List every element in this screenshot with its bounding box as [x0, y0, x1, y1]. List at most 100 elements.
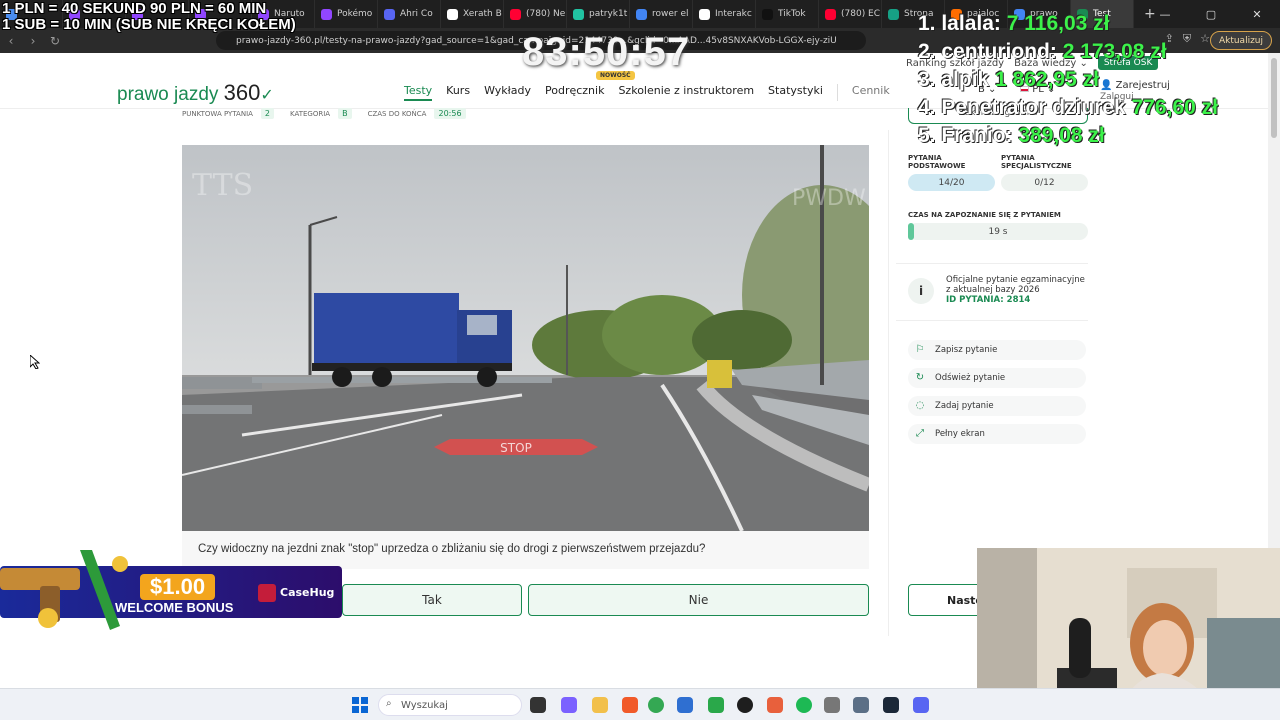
notepad-icon[interactable] — [853, 697, 869, 713]
taskview-icon[interactable] — [530, 697, 546, 713]
leaderboard-amount: 7 116,03 zł — [1006, 12, 1110, 35]
leaderboard-name: 5. Franio: — [918, 124, 1013, 147]
browser-tab[interactable]: Ahri Co — [378, 0, 441, 28]
save-question-button[interactable]: ⚐ Zapisz pytanie — [908, 340, 1086, 360]
tab-favicon-icon — [384, 8, 395, 20]
stream-rules-overlay: 1 PLN = 40 SEKUND 90 PLN = 60 MIN 1 SUB … — [2, 0, 296, 33]
browser-tab[interactable]: Pokémo — [315, 0, 378, 28]
update-button[interactable]: Aktualizuj — [1209, 31, 1272, 50]
leaderboard-name: 4. Penetrator dziurek — [918, 96, 1126, 119]
brave-active-icon[interactable] — [767, 697, 783, 713]
reading-time-label: CZAS NA ZAPOZNANIE SIĘ Z PYTANIEM — [908, 211, 1061, 219]
nav-cennik[interactable]: Cennik — [836, 84, 890, 101]
casehug-promo-banner[interactable]: $1.00 WELCOME BONUS CaseHug — [0, 546, 342, 634]
watermark-left: TTS — [192, 168, 253, 203]
tab-label: rower el — [652, 9, 689, 19]
ask-question-button[interactable]: ◌ Zadaj pytanie — [908, 396, 1086, 416]
nav-kurs[interactable]: Kurs — [446, 84, 470, 101]
exam-status: PUNKTOWA PYTANIA 2 KATEGORIA B CZAS DO K… — [182, 108, 466, 119]
tab-label: TikTok — [778, 9, 806, 19]
browser-tab[interactable]: rower el — [630, 0, 693, 28]
scrollbar-thumb[interactable] — [1271, 58, 1277, 138]
tab-favicon-icon — [888, 8, 899, 20]
brave-icon[interactable] — [622, 697, 638, 713]
reload-icon[interactable]: ↻ — [44, 34, 66, 48]
spotify-icon[interactable] — [796, 697, 812, 713]
time-value: 20:56 — [434, 108, 466, 119]
category-label: KATEGORIA — [290, 109, 331, 118]
browser-tab[interactable]: Interakc — [693, 0, 756, 28]
question-image: STOP TTS PWDW — [182, 145, 869, 531]
leaderboard-amount: 389,08 zł — [1018, 124, 1105, 147]
copilot-icon[interactable] — [561, 697, 577, 713]
tab-label: patryk1t — [589, 9, 628, 19]
mouse-cursor-icon — [30, 355, 40, 369]
tab-favicon-icon — [762, 8, 773, 20]
logo-number: 360 — [223, 80, 261, 105]
points-value: 2 — [260, 108, 275, 119]
casehug-logo-icon — [258, 584, 276, 602]
expand-icon: ⤢ — [916, 428, 924, 439]
nav-szkolenie[interactable]: Szkolenie z instruktorem — [618, 84, 754, 101]
bookmark-icon: ⚐ — [915, 344, 925, 355]
answer-no-button[interactable]: Nie — [528, 584, 869, 616]
tab-favicon-icon — [510, 8, 521, 20]
watermark-right: PWDW — [792, 186, 866, 211]
stop-marking: STOP — [500, 441, 532, 455]
tab-label: Ahri Co — [400, 9, 433, 19]
question-id: ID PYTANIA: 2814 — [946, 295, 1031, 305]
chrome-icon[interactable] — [648, 697, 664, 713]
tab-favicon-icon — [573, 8, 584, 20]
tab-favicon-icon — [447, 8, 458, 20]
store-icon[interactable] — [677, 697, 693, 713]
road-scene: STOP TTS PWDW — [182, 145, 869, 531]
tab-label: Pokémo — [337, 9, 373, 19]
nav-podrecznik[interactable]: Podręcznik — [545, 84, 604, 101]
browser-tab[interactable]: Xerath B — [441, 0, 504, 28]
answer-yes-button[interactable]: Tak — [342, 584, 522, 616]
browser-tab[interactable]: (780) Ne — [504, 0, 567, 28]
special-questions-counter: 0/12 — [1001, 174, 1088, 191]
windows-start-icon[interactable] — [352, 697, 368, 713]
browser-tab[interactable]: (780) EC — [819, 0, 882, 28]
tab-favicon-icon — [825, 8, 836, 20]
browser-tab[interactable]: patryk1t — [567, 0, 630, 28]
file-explorer-icon[interactable] — [592, 697, 608, 713]
stream-timer: 83:50:57 — [522, 30, 691, 74]
promo-brand: CaseHug — [258, 584, 334, 602]
taskbar-search[interactable]: ⌕ Wyszukaj — [378, 694, 522, 716]
close-icon[interactable]: ✕ — [1234, 0, 1280, 28]
nav-wyklady[interactable]: Wykłady — [484, 84, 531, 101]
fullscreen-button[interactable]: ⤢ Pełny ekran — [908, 424, 1086, 444]
panel-divider — [888, 130, 889, 636]
reading-time-bar: 19 s — [908, 223, 1088, 240]
leaderboard-name: 1. lalala: — [918, 12, 1001, 35]
leaderboard-row: 4. Penetrator dziurek 776,60 zł — [918, 94, 1218, 122]
browser-tab[interactable]: TikTok — [756, 0, 819, 28]
basic-questions-label: PYTANIA PODSTAWOWE — [908, 154, 966, 170]
reading-time-value: 19 s — [988, 226, 1008, 237]
special-questions-label: PYTANIA SPECJALISTYCZNE — [1001, 154, 1072, 170]
leaderboard-name: 3. alpik — [918, 68, 990, 91]
leaderboard-row: 1. lalala: 7 116,03 zł — [918, 10, 1218, 38]
forward-icon[interactable]: › — [22, 34, 44, 48]
refresh-question-button[interactable]: ↻ Odśwież pytanie — [908, 368, 1086, 388]
site-logo[interactable]: prawo jazdy 360✓ — [117, 80, 274, 106]
tab-favicon-icon — [699, 8, 710, 20]
nav-testy[interactable]: Testy — [404, 84, 433, 101]
windows-taskbar: ⌕ Wyszukaj — [0, 688, 1280, 720]
back-icon[interactable]: ‹ — [0, 34, 22, 48]
leaderboard-amount: 2 173,08 zł — [1062, 40, 1167, 63]
steam-icon[interactable] — [883, 697, 899, 713]
app-icon[interactable] — [708, 697, 724, 713]
calculator-icon[interactable] — [824, 697, 840, 713]
tab-label: Interakc — [715, 9, 752, 19]
discord-icon[interactable] — [913, 697, 929, 713]
search-icon: ⌕ — [386, 698, 392, 709]
obs-icon[interactable] — [737, 697, 753, 713]
nav-statystyki[interactable]: Statystyki — [768, 84, 823, 101]
main-nav: Testy Kurs Wykłady Podręcznik Szkolenie … — [404, 84, 890, 101]
basic-questions-counter: 14/20 — [908, 174, 995, 191]
tab-favicon-icon — [321, 8, 332, 20]
info-text: Oficjalne pytanie egzaminacyjne z aktual… — [946, 275, 1085, 305]
